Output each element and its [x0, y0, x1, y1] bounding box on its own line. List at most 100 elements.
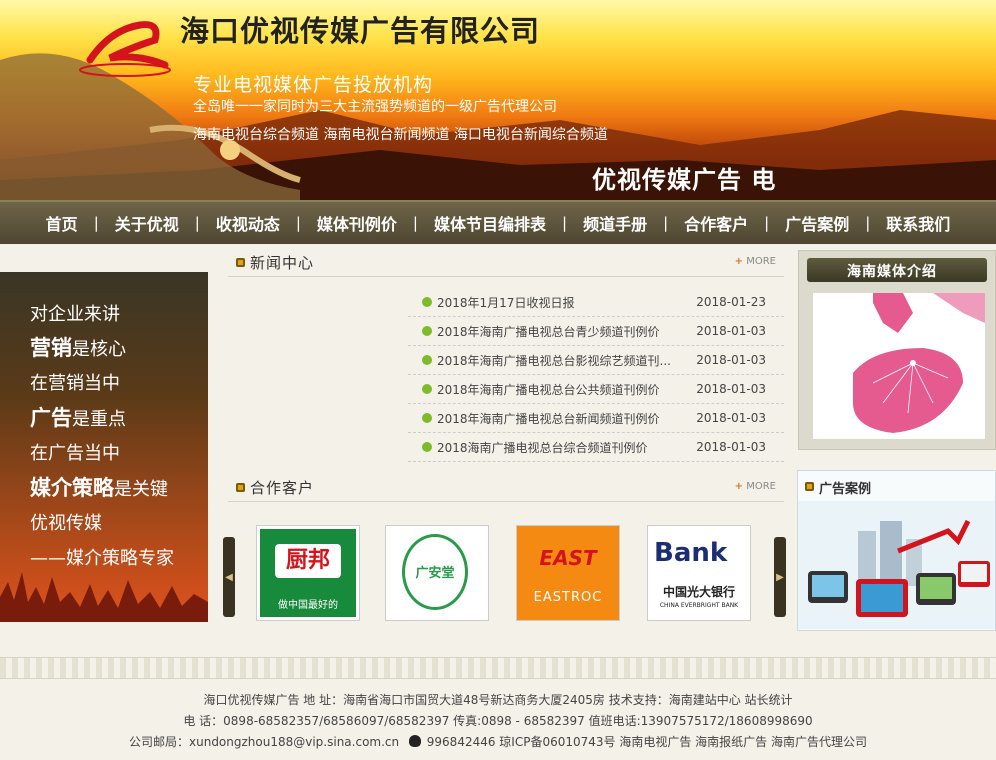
- clients-section: 合作客户 + MORE ◀ 厨邦 做中国最好的 广安堂 EAST EASTROC…: [223, 473, 786, 623]
- more-plus-icon: +: [734, 481, 744, 492]
- ad-cases-title[interactable]: 广告案例: [819, 478, 871, 497]
- promo-line: 营销是核心: [30, 332, 126, 362]
- section-bullet-icon: [805, 482, 814, 491]
- promo-line: 优视传媒: [30, 513, 102, 534]
- news-item-date: 2018-01-23: [696, 295, 766, 309]
- promo-emphasis: 媒介策略: [30, 475, 114, 500]
- news-list: 2018年1月17日收视日报 2018-01-23 2018年海南广播电视总台青少…: [408, 288, 784, 462]
- everbright-en-name: CHINA EVERBRIGHT BANK: [659, 602, 739, 609]
- chubang-slogan: 做中国最好的: [278, 600, 338, 611]
- promo-line: 广告是重点: [30, 402, 126, 432]
- promo-text: 是重点: [72, 409, 126, 430]
- guangantang-logo-text: 广安堂: [415, 566, 455, 581]
- clients-header: 合作客户 + MORE: [228, 473, 784, 502]
- nav-about[interactable]: 关于优视: [99, 211, 195, 235]
- news-item-date: 2018-01-03: [696, 353, 766, 367]
- banner-tagline: 优视传媒广告 电: [592, 165, 777, 194]
- nav-schedule[interactable]: 媒体节目编排表: [418, 211, 562, 235]
- eastroc-logo-text: EASTROC: [533, 590, 603, 605]
- media-intro-box: 海南媒体介绍: [798, 250, 996, 450]
- clients-more-link[interactable]: + MORE: [735, 481, 776, 492]
- news-item-date: 2018-01-03: [696, 440, 766, 454]
- promo-emphasis: 营销: [30, 335, 72, 360]
- chubang-logo-text: 厨邦: [275, 544, 341, 578]
- news-item[interactable]: 2018年海南广播电视总台新闻频道刊例价 2018-01-03: [408, 404, 784, 433]
- news-item-title[interactable]: 2018年1月17日收视日报: [437, 294, 673, 311]
- client-logo-everbright[interactable]: Bank 中国光大银行 CHINA EVERBRIGHT BANK: [647, 525, 751, 621]
- ad-cases-header: 广告案例: [798, 471, 995, 502]
- client-logo-chubang[interactable]: 厨邦 做中国最好的: [256, 525, 360, 621]
- news-item-date: 2018-01-03: [696, 382, 766, 396]
- main-nav: 首页 | 关于优视 | 收视动态 | 媒体刊例价 | 媒体节目编排表 | 频道手册 | 合作…: [0, 200, 996, 244]
- news-item-title[interactable]: 2018年海南广播电视总台青少频道刊例价: [437, 323, 673, 340]
- news-item-title[interactable]: 2018年海南广播电视总台公共频道刊例价: [437, 381, 673, 398]
- bullet-arrow-icon: [422, 326, 432, 336]
- media-intro-title: 海南媒体介绍: [847, 264, 937, 280]
- footer: 海口优视传媒广告 地 址：海南省海口市国贸大道48号新达商务大厦2405房 技术…: [0, 690, 996, 760]
- left-promo-panel: 对企业来讲 营销是核心 在营销当中 广告是重点 在广告当中 媒介策略是关键 优视…: [0, 272, 208, 622]
- client-logo-eastroc[interactable]: EAST EASTROC: [516, 525, 620, 621]
- company-name: 海口优视传媒广告有限公司: [180, 14, 541, 48]
- footer-email[interactable]: 公司邮局：xundongzhou188@vip.sina.com.cn: [129, 735, 399, 749]
- nav-rate-card[interactable]: 媒体刊例价: [301, 211, 413, 235]
- hainan-map-image[interactable]: [813, 293, 985, 439]
- more-label: MORE: [746, 256, 776, 267]
- everbright-logo-text: Bank: [654, 538, 728, 568]
- section-bullet-icon: [236, 483, 245, 492]
- news-item-title[interactable]: 2018年海南广播电视总台新闻频道刊例价: [437, 410, 673, 427]
- news-item[interactable]: 2018年海南广播电视总台影视综艺频道刊... 2018-01-03: [408, 346, 784, 375]
- qq-penguin-icon[interactable]: [408, 735, 421, 747]
- news-item-date: 2018-01-03: [696, 324, 766, 338]
- nav-channel-manual[interactable]: 频道手册: [567, 211, 663, 235]
- news-more-link[interactable]: + MORE: [735, 256, 776, 267]
- footer-divider: [0, 657, 996, 679]
- banner-channels: 海南电视台综合频道 海南电视台新闻频道 海口电视台新闻综合频道: [193, 127, 608, 143]
- more-plus-icon: +: [734, 256, 744, 267]
- nav-cases[interactable]: 广告案例: [769, 211, 865, 235]
- promo-text: 是关键: [114, 479, 168, 500]
- nav-contact[interactable]: 联系我们: [870, 211, 966, 235]
- promo-line: 在营销当中: [30, 373, 120, 394]
- news-item-title[interactable]: 2018年海南广播电视总台影视综艺频道刊...: [437, 352, 673, 369]
- promo-line: 在广告当中: [30, 443, 120, 464]
- clients-title: 合作客户: [250, 479, 315, 497]
- news-item[interactable]: 2018年海南广播电视总台青少频道刊例价 2018-01-03: [408, 317, 784, 346]
- nav-home[interactable]: 首页: [30, 211, 94, 235]
- banner-slogan-main: 专业电视媒体广告投放机构: [193, 74, 434, 96]
- section-bullet-icon: [236, 258, 245, 267]
- promo-line: 对企业来讲: [30, 304, 120, 325]
- crowd-silhouette: [0, 572, 208, 622]
- footer-address: 海口优视传媒广告 地 址：海南省海口市国贸大道48号新达商务大厦2405房 技术…: [203, 693, 793, 707]
- promo-emphasis: 广告: [30, 405, 72, 430]
- nav-clients[interactable]: 合作客户: [668, 211, 764, 235]
- bullet-arrow-icon: [422, 355, 432, 365]
- footer-phone: 电 话：0898-68582357/68586097/68582397 传真:0…: [183, 714, 813, 728]
- news-section: 新闻中心 + MORE 2018年1月17日收视日报 2018-01-23 201…: [228, 248, 784, 463]
- carousel-next-button[interactable]: ▶: [774, 537, 786, 617]
- promo-text: 是核心: [72, 339, 126, 360]
- media-intro-header[interactable]: 海南媒体介绍: [807, 258, 987, 282]
- banner-slogan-sub: 全岛唯一一家同时为三大主流强势频道的一级广告代理公司: [193, 99, 557, 115]
- news-item-title[interactable]: 2018海南广播电视总台综合频道刊例价: [437, 439, 673, 456]
- nav-ratings[interactable]: 收视动态: [200, 211, 296, 235]
- promo-line: 媒介策略是关键: [30, 472, 168, 502]
- ad-cases-image[interactable]: [798, 501, 995, 629]
- bullet-arrow-icon: [422, 384, 432, 394]
- header-banner: 海口优视传媒广告有限公司 专业电视媒体广告投放机构 全岛唯一一家同时为三大主流强…: [0, 0, 996, 200]
- everbright-cn-name: 中国光大银行: [662, 585, 735, 599]
- news-title: 新闻中心: [250, 254, 315, 272]
- carousel-prev-button[interactable]: ◀: [223, 537, 235, 617]
- client-logo-guangantang[interactable]: 广安堂: [385, 525, 489, 621]
- more-label: MORE: [746, 481, 776, 492]
- bullet-arrow-icon: [422, 442, 432, 452]
- bullet-arrow-icon: [422, 297, 432, 307]
- company-logo: [79, 21, 171, 77]
- news-header: 新闻中心 + MORE: [228, 248, 784, 277]
- news-item[interactable]: 2018年海南广播电视总台公共频道刊例价 2018-01-03: [408, 375, 784, 404]
- news-item[interactable]: 2018海南广播电视总台综合频道刊例价 2018-01-03: [408, 433, 784, 462]
- footer-links[interactable]: 996842446 琼ICP备06010743号 海南电视广告 海南报纸广告 海…: [427, 735, 867, 749]
- news-item[interactable]: 2018年1月17日收视日报 2018-01-23: [408, 288, 784, 317]
- footer-contact: 公司邮局：xundongzhou188@vip.sina.com.cn 9968…: [0, 732, 996, 753]
- bullet-arrow-icon: [422, 413, 432, 423]
- ad-cases-box: 广告案例: [797, 470, 996, 631]
